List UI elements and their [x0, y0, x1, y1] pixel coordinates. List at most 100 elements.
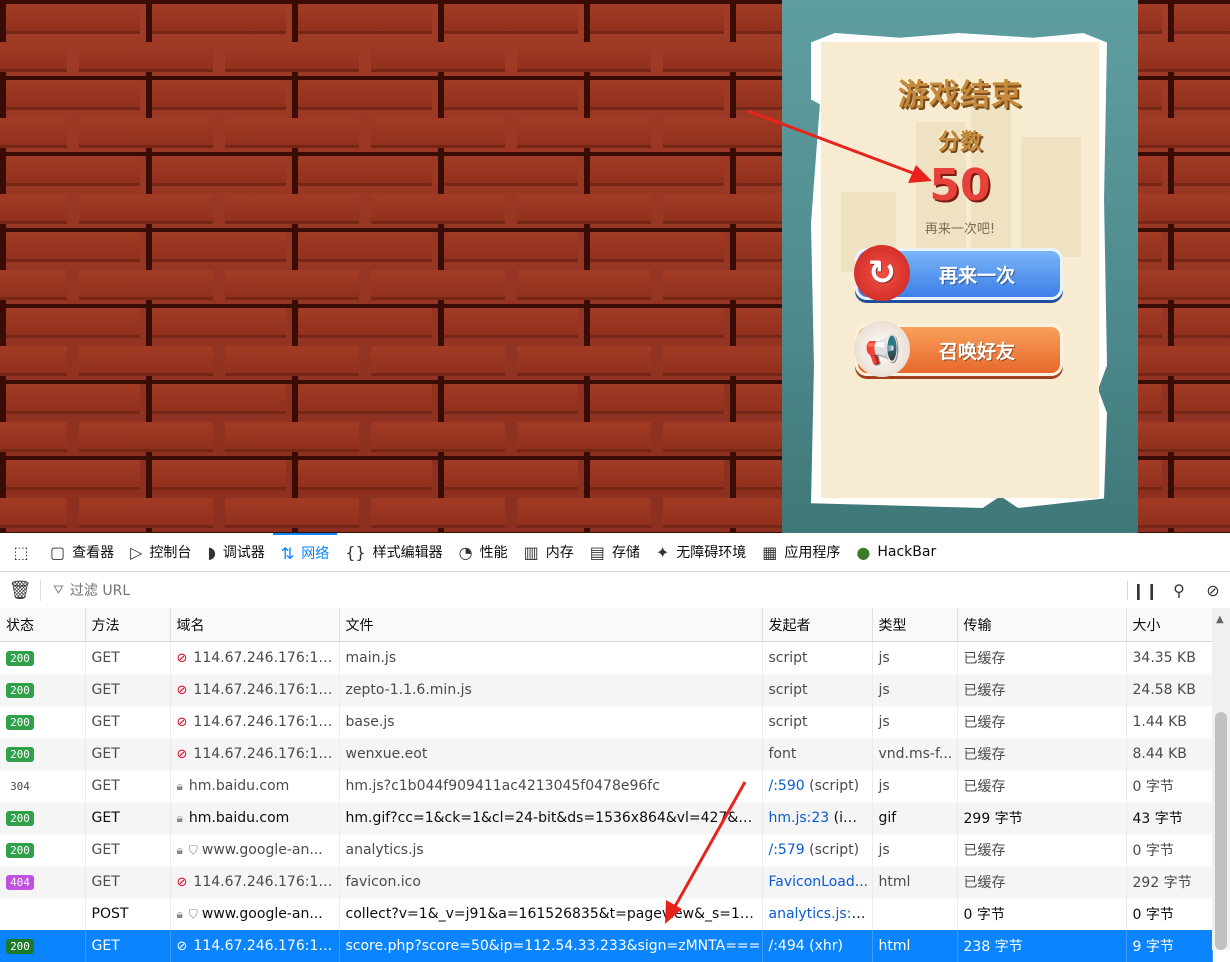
scrollbar-thumb[interactable]	[1215, 712, 1227, 950]
scroll-up-icon[interactable]: ▲	[1216, 614, 1224, 625]
block-button[interactable]: ⊘	[1196, 581, 1230, 600]
brick	[1174, 80, 1230, 110]
score-value: 50	[821, 160, 1099, 211]
brick	[517, 118, 651, 148]
domain-cell: 🔒︎⛉www.google-an...	[170, 834, 339, 866]
column-header[interactable]: 大小	[1126, 608, 1212, 642]
initiator-cell: /:590 (script)	[762, 770, 872, 802]
search-button[interactable]: ⚲	[1162, 581, 1196, 600]
status-badge: 404	[6, 875, 34, 890]
request-row[interactable]: 200GET⊘114.67.246.176:153...zepto-1.1.6.…	[0, 674, 1212, 706]
column-header[interactable]: 域名	[170, 608, 339, 642]
invite-friends-button[interactable]: 📢 召唤好友	[855, 324, 1063, 376]
devtools-tabbar: ⬚ ▢查看器▷控制台◗调试器⇅网络{}样式编辑器◔性能▥内存▤存储✦无障碍环境▦…	[0, 533, 1230, 572]
request-row[interactable]: 200GET⊘114.67.246.176:153...wenxue.eotfo…	[0, 738, 1212, 770]
tab-storage[interactable]: ▤ 存储	[582, 533, 648, 571]
size-cell: 1.44 KB	[1126, 706, 1212, 738]
request-row[interactable]: POST🔒︎⛉www.google-an...collect?v=1&_v=j9…	[0, 898, 1212, 930]
brick	[444, 156, 578, 186]
application-icon: ▦	[762, 543, 777, 562]
tab-memory[interactable]: ▥内存	[516, 533, 582, 571]
request-row[interactable]: 200GET⊘114.67.246.176:153...score.php?sc…	[0, 930, 1212, 962]
domain-text: hm.baidu.com	[189, 778, 289, 794]
transfer-cell: 已缓存	[957, 706, 1126, 738]
tab-inspector[interactable]: ▢查看器	[42, 533, 122, 571]
request-row[interactable]: 404GET⊘114.67.246.176:153...favicon.icoF…	[0, 866, 1212, 898]
tab-performance[interactable]: ◔性能	[451, 533, 516, 571]
initiator-link[interactable]: /:579	[769, 842, 805, 858]
domain-cell: 🔒︎⛉www.google-an...	[170, 898, 339, 930]
brick	[371, 194, 505, 224]
initiator-cell: /:494 (xhr)	[762, 930, 872, 962]
domain-text: 114.67.246.176:153...	[193, 746, 339, 762]
request-row[interactable]: 200GET⊘114.67.246.176:153...base.jsscrip…	[0, 706, 1212, 738]
column-header[interactable]: 文件	[339, 608, 762, 642]
column-header[interactable]: 发起者	[762, 608, 872, 642]
column-header[interactable]: 状态	[0, 608, 85, 642]
initiator-text: script	[769, 714, 808, 730]
method-cell: GET	[85, 642, 170, 675]
brick	[298, 4, 432, 34]
tab-style-editor[interactable]: {}样式编辑器	[337, 533, 450, 571]
retry-button[interactable]: ↻ 再来一次	[855, 248, 1063, 300]
vertical-scrollbar[interactable]: ▲	[1212, 608, 1230, 950]
request-row[interactable]: 304GET🔒︎hm.baidu.comhm.js?c1b044f909411a…	[0, 770, 1212, 802]
size-cell: 43 字节	[1126, 802, 1212, 834]
insecure-connection-icon: ⊘	[177, 875, 188, 890]
brick	[152, 384, 286, 414]
initiator-link[interactable]: /:494	[769, 938, 805, 954]
initiator-text: script	[769, 682, 808, 698]
element-picker-icon: ⬚	[13, 543, 28, 562]
brick	[298, 80, 432, 110]
invite-button-label: 召唤好友	[939, 337, 1015, 364]
domain-cell: ⊘114.67.246.176:153...	[170, 706, 339, 738]
initiator-cell: script	[762, 642, 872, 675]
storage-icon: ▤	[590, 543, 605, 562]
tab-network[interactable]: ⇅网络	[273, 533, 337, 571]
brick	[0, 422, 67, 452]
column-header[interactable]: 传输	[957, 608, 1126, 642]
element-picker-button[interactable]: ⬚	[0, 533, 42, 571]
inspector-icon: ▢	[50, 543, 65, 562]
request-row[interactable]: 200GET🔒︎⛉www.google-an...analytics.js/:5…	[0, 834, 1212, 866]
tab-accessibility[interactable]: ✦无障碍环境	[648, 533, 754, 571]
tab-hackbar[interactable]: ●HackBar	[848, 533, 944, 571]
trash-icon: 🗑	[9, 580, 32, 601]
size-cell: 0 字节	[1126, 770, 1212, 802]
brick	[1174, 4, 1230, 34]
initiator-link[interactable]: /:590	[769, 778, 805, 794]
tab-debugger[interactable]: ◗调试器	[199, 533, 272, 571]
tab-label: 存储	[612, 542, 640, 562]
request-row[interactable]: 200GET🔒︎hm.baidu.comhm.gif?cc=1&ck=1&cl=…	[0, 802, 1212, 834]
initiator-link[interactable]: hm.js:23	[769, 810, 830, 826]
hackbar-icon: ●	[856, 543, 870, 562]
network-icon: ⇅	[281, 544, 294, 563]
column-header[interactable]: 类型	[872, 608, 957, 642]
domain-text: 114.67.246.176:153...	[193, 682, 339, 698]
brick	[371, 42, 505, 72]
brick	[444, 80, 578, 110]
brick	[371, 422, 505, 452]
method-cell: GET	[85, 866, 170, 898]
initiator-link[interactable]: analytics.js:3...	[769, 906, 873, 922]
brick	[79, 194, 213, 224]
method-cell: GET	[85, 802, 170, 834]
size-cell: 24.58 KB	[1126, 674, 1212, 706]
initiator-cell: analytics.js:3...	[762, 898, 872, 930]
transfer-cell: 已缓存	[957, 642, 1126, 675]
initiator-link[interactable]: FaviconLoad...	[769, 874, 869, 890]
column-header[interactable]: 方法	[85, 608, 170, 642]
clear-requests-button[interactable]: 🗑	[0, 580, 41, 601]
filter-url-input[interactable]: ⛛ 过滤 URL	[41, 580, 1127, 600]
insecure-connection-icon: ⊘	[177, 683, 188, 698]
tab-console[interactable]: ▷控制台	[122, 533, 199, 571]
pause-button[interactable]: ❙❙	[1127, 581, 1162, 600]
request-row[interactable]: 200GET⊘114.67.246.176:153...main.jsscrip…	[0, 642, 1212, 675]
tab-label: 性能	[480, 542, 508, 562]
brick	[371, 270, 505, 300]
status-cell: 200	[0, 802, 85, 834]
domain-text: www.google-an...	[202, 842, 323, 858]
status-badge: 200	[6, 747, 34, 762]
tab-application[interactable]: ▦应用程序	[754, 533, 848, 571]
status-cell: 200	[0, 930, 85, 962]
